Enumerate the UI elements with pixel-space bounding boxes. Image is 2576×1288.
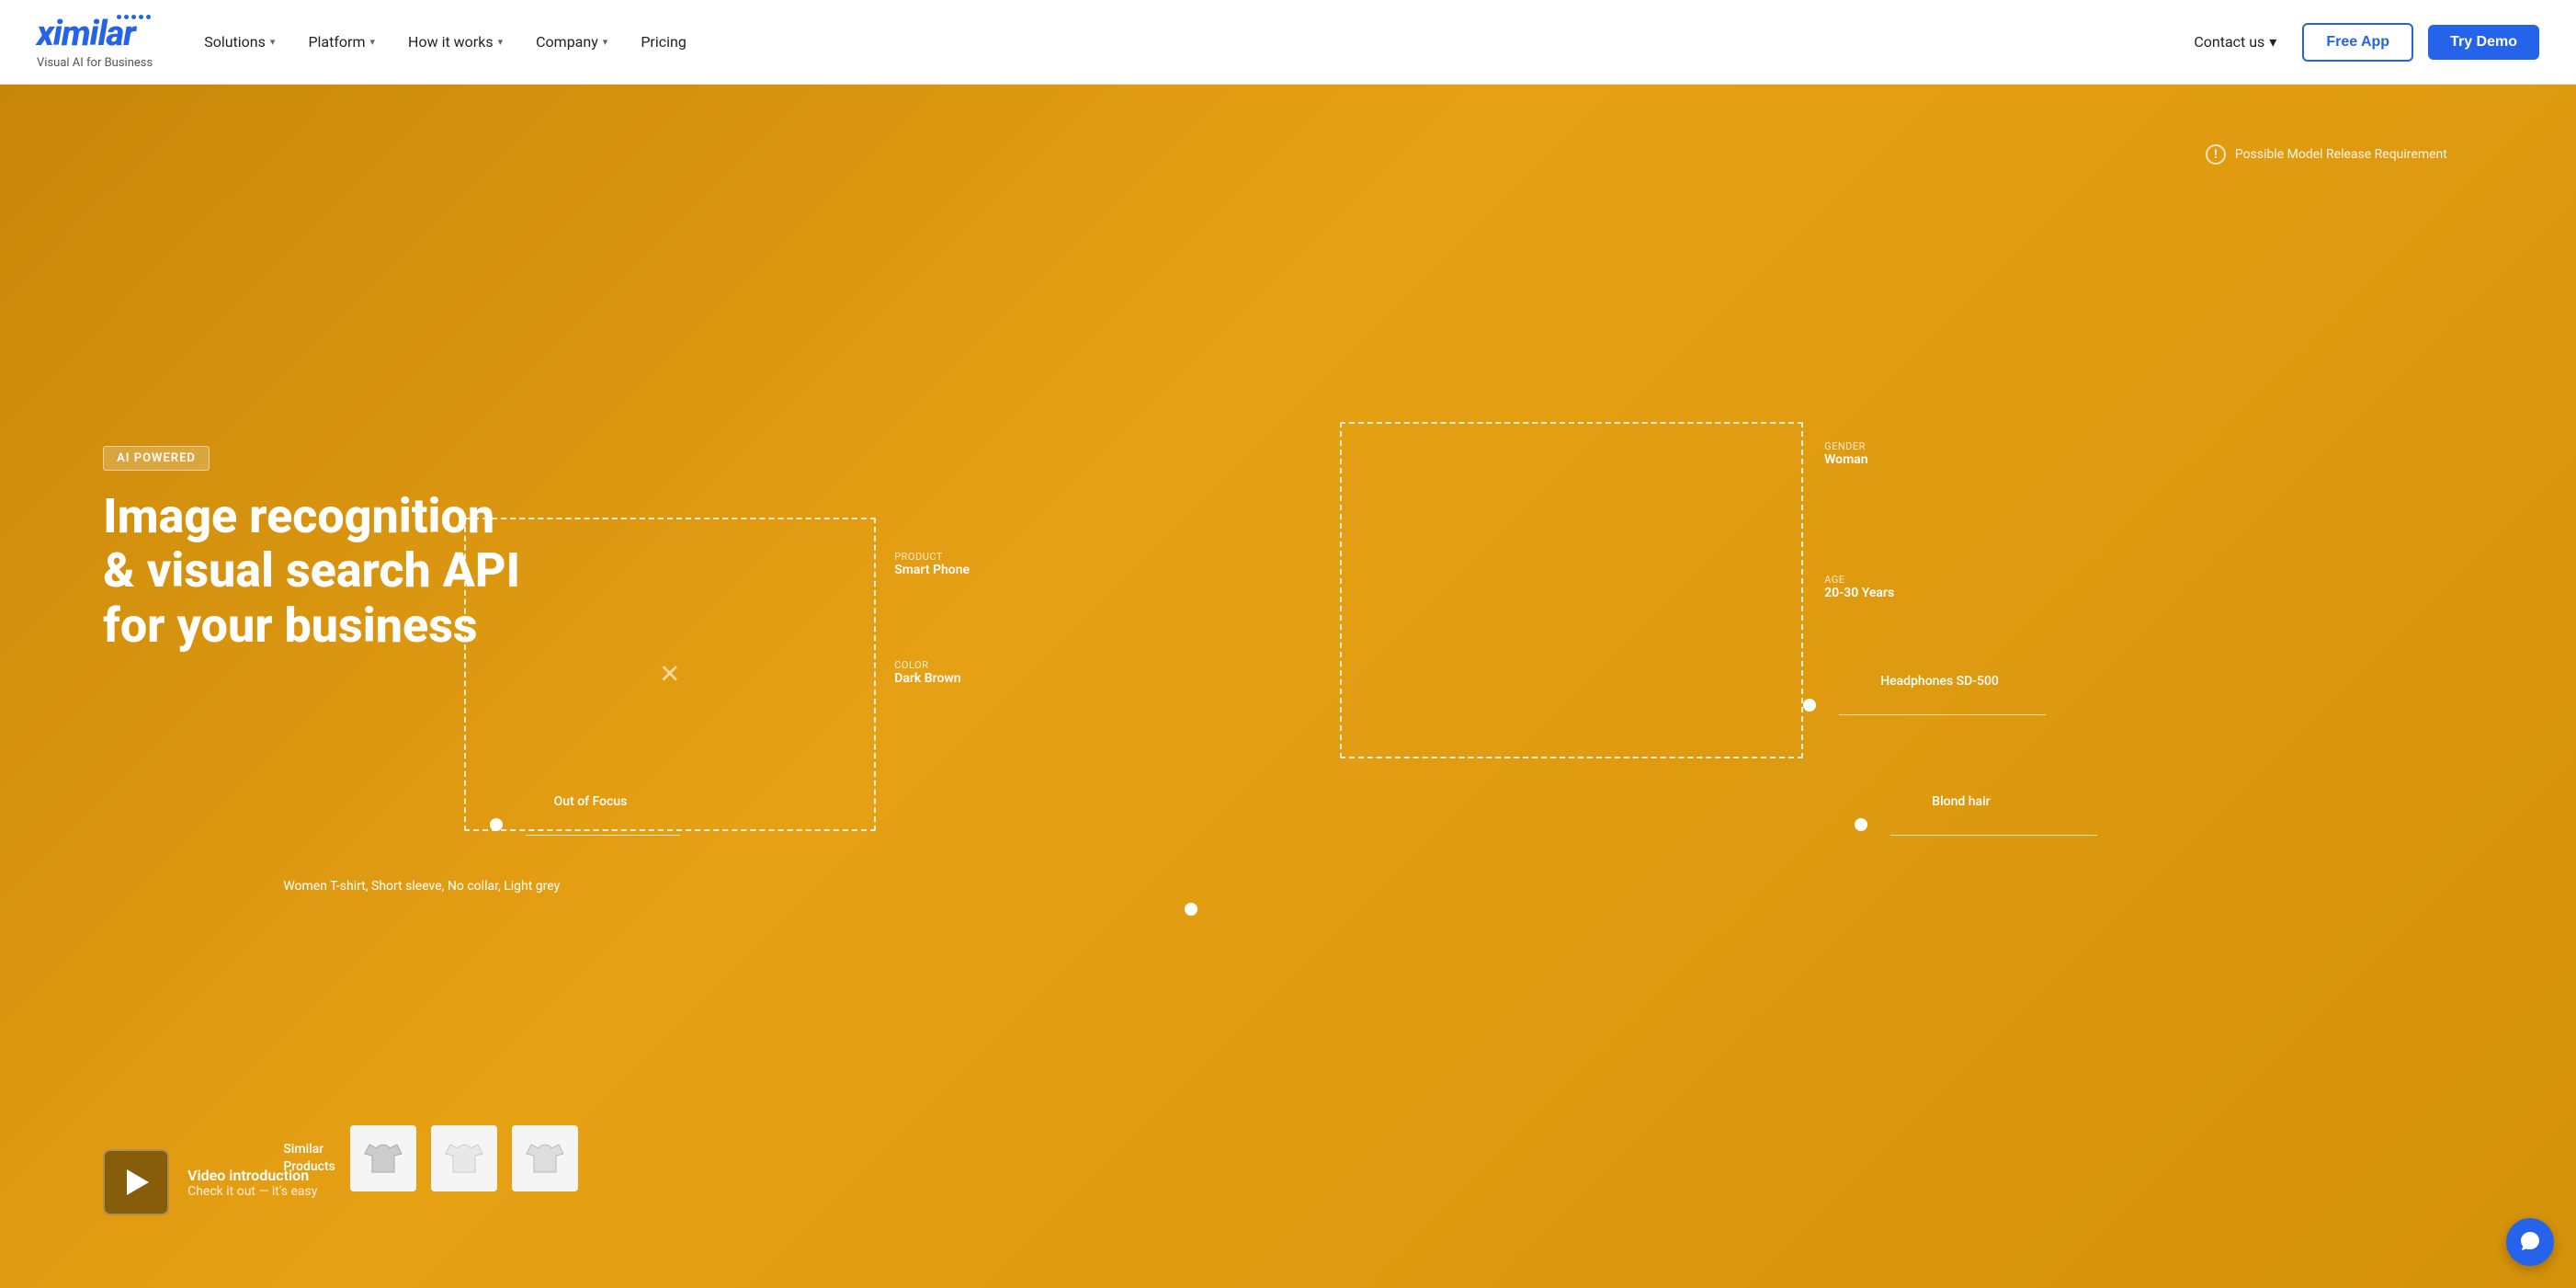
hero-section: ! Possible Model Release Requirement AI …: [0, 85, 2576, 1288]
video-text: Video introduction Check it out — it's e…: [187, 1167, 317, 1199]
tshirt-label: Women T-shirt, Short sleeve, No collar, …: [283, 879, 560, 894]
chat-icon: [2518, 1230, 2542, 1254]
nav-solutions[interactable]: Solutions ▾: [189, 26, 289, 58]
nav-platform[interactable]: Platform ▾: [293, 26, 390, 58]
chevron-down-icon: ▾: [270, 36, 276, 48]
video-subtitle: Check it out — it's easy: [187, 1184, 317, 1199]
play-button[interactable]: [103, 1149, 169, 1215]
focus-line: [526, 835, 680, 836]
gender-label: GENDER Woman: [1824, 440, 1868, 467]
product-thumb-3[interactable]: [512, 1125, 578, 1191]
nav-pricing[interactable]: Pricing: [626, 26, 701, 58]
video-title: Video introduction: [187, 1167, 317, 1184]
chevron-down-icon: ▾: [603, 36, 608, 48]
nav-how-it-works[interactable]: How it works ▾: [393, 26, 517, 58]
x-mark-icon: ✕: [659, 659, 680, 690]
phone-annotation-box: ✕ PRODUCT Smart Phone COLOR Dark Brown: [464, 518, 876, 830]
hero-background: [0, 85, 2576, 1288]
nav-links: Solutions ▾ Platform ▾ How it works ▾ Co…: [189, 26, 2183, 58]
hair-label: Blond hair: [1932, 794, 1990, 809]
logo-text: ximilar: [37, 14, 153, 54]
hair-line: [1890, 835, 2096, 836]
model-release-notice: ! Possible Model Release Requirement: [2206, 144, 2447, 165]
product-label: PRODUCT Smart Phone: [894, 551, 970, 577]
contact-us-link[interactable]: Contact us ▾: [2183, 26, 2287, 58]
headphones-label: Headphones SD-500: [1880, 674, 1999, 689]
chevron-down-icon: ▾: [370, 36, 376, 48]
nav-company[interactable]: Company ▾: [521, 26, 622, 58]
product-thumb-1[interactable]: [350, 1125, 416, 1191]
free-app-button[interactable]: Free App: [2302, 23, 2413, 62]
logo-tagline: Visual AI for Business: [37, 56, 153, 70]
tshirt-svg-2: [441, 1135, 487, 1181]
face-annotation-box: GENDER Woman AGE 20-30 Years: [1340, 422, 1804, 759]
nav-right: Contact us ▾ Free App Try Demo: [2183, 23, 2539, 62]
logo-link[interactable]: ximilar Visual AI for Business: [37, 15, 153, 70]
chat-bubble-button[interactable]: [2506, 1218, 2554, 1266]
product-thumb-2[interactable]: [431, 1125, 497, 1191]
navbar: ximilar Visual AI for Business Solutions…: [0, 0, 2576, 85]
try-demo-button[interactable]: Try Demo: [2428, 25, 2539, 60]
hero-content: AI POWERED Image recognition & visual se…: [103, 446, 520, 654]
focus-dot: [490, 818, 503, 831]
video-intro: Video introduction Check it out — it's e…: [103, 1149, 317, 1215]
age-label: AGE 20-30 Years: [1824, 574, 1894, 600]
color-label: COLOR Dark Brown: [894, 659, 960, 686]
tshirt-svg-1: [360, 1135, 406, 1181]
play-icon: [127, 1169, 149, 1195]
similar-products-section: Similar Products: [283, 1125, 578, 1191]
chevron-down-icon: ▾: [498, 36, 504, 48]
chevron-down-icon: ▾: [2269, 33, 2276, 51]
tshirt-svg-3: [522, 1135, 568, 1181]
headphones-dot: [1803, 699, 1816, 712]
hero-title: Image recognition & visual search API fo…: [103, 489, 520, 654]
headphones-line: [1839, 714, 2045, 715]
focus-label: Out of Focus: [554, 794, 628, 809]
info-icon: !: [2206, 144, 2226, 165]
ai-powered-badge: AI POWERED: [103, 446, 210, 471]
